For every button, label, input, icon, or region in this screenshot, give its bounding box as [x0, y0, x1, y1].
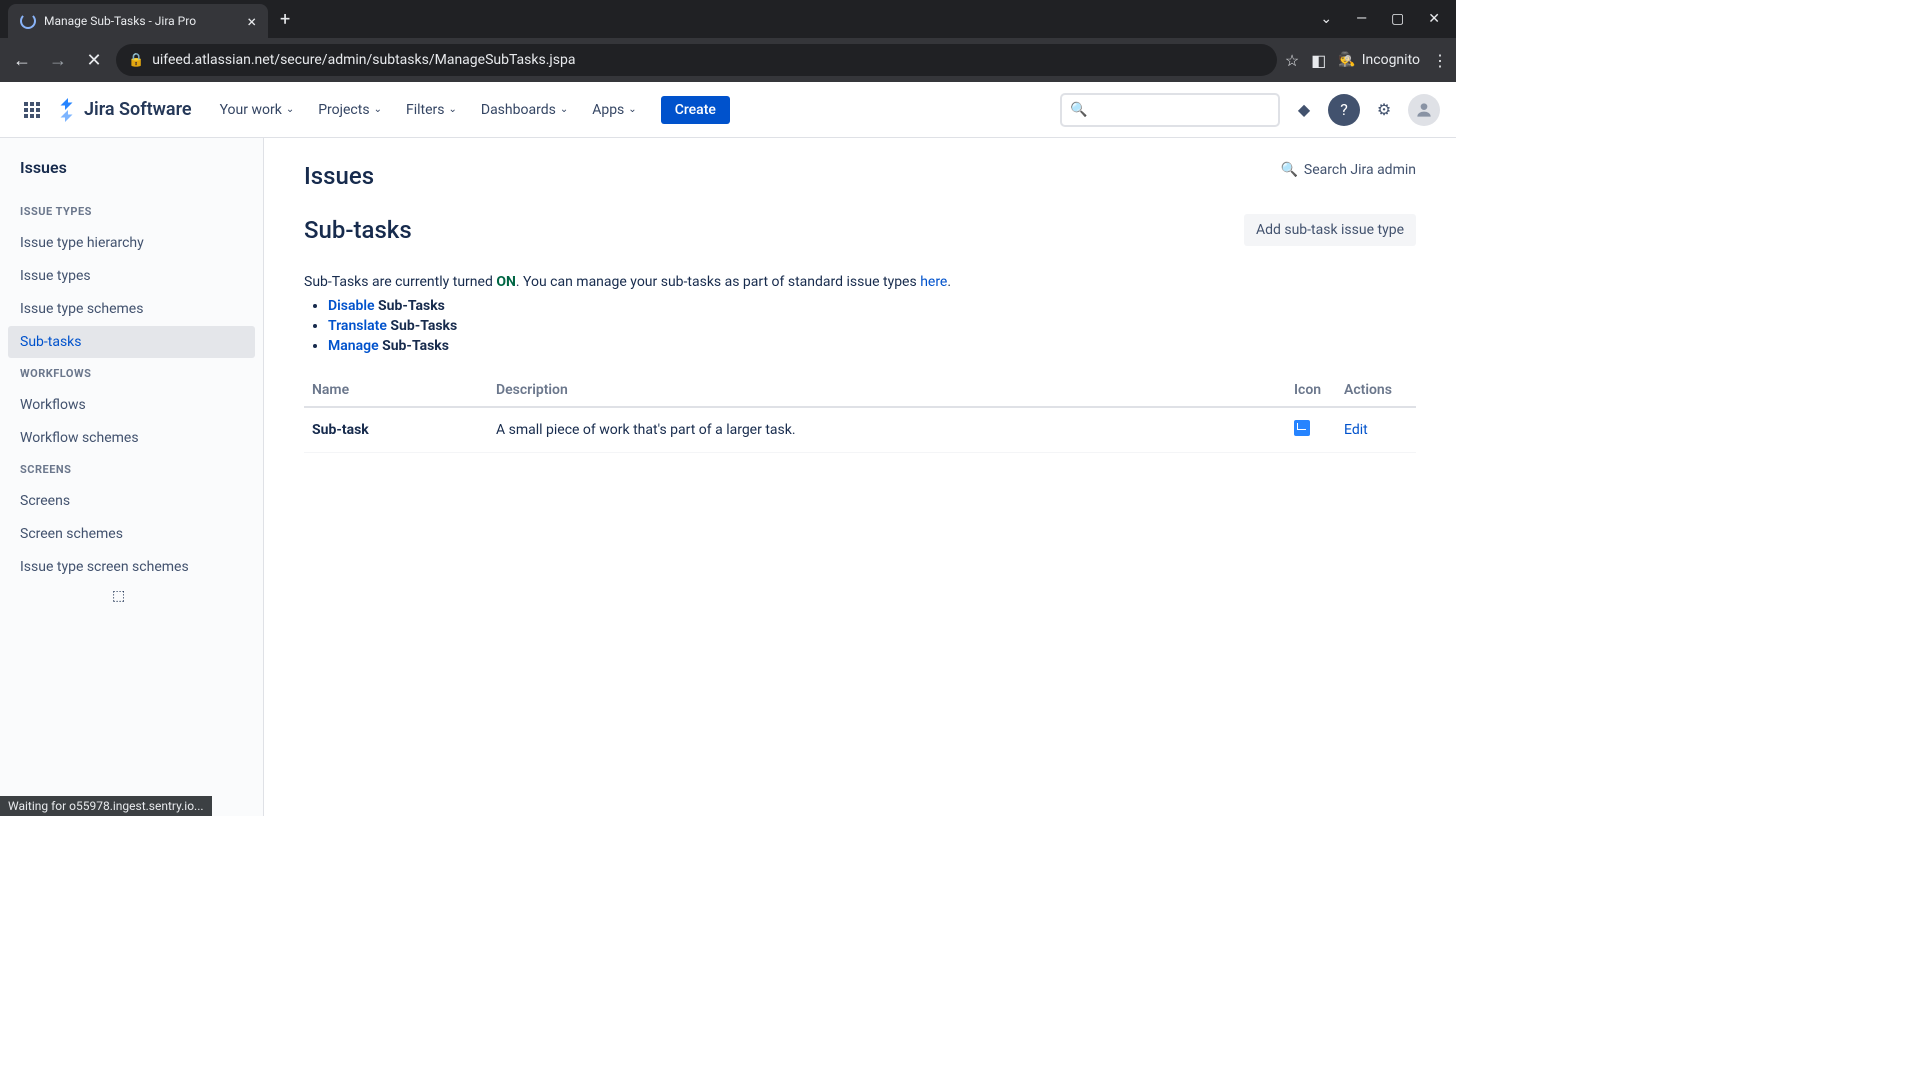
status-text: Sub-Tasks are currently turned ON. You c…: [304, 274, 1416, 290]
jira-logo-icon: [56, 98, 80, 122]
create-button[interactable]: Create: [661, 96, 730, 124]
subtask-table: NameDescriptionIconActions Sub-taskA sma…: [304, 374, 1416, 453]
caret-down-icon[interactable]: ⌄: [1320, 11, 1332, 27]
table-header: Actions: [1336, 374, 1416, 407]
browser-tab-strip: Manage Sub-Tasks - Jira Pro × + ⌄ — ▢ ✕: [0, 0, 1456, 38]
action-link[interactable]: Manage: [328, 338, 379, 354]
close-tab-icon[interactable]: ×: [247, 12, 256, 31]
status-on: ON: [496, 274, 516, 290]
nav-item-filters[interactable]: Filters ⌄: [398, 96, 465, 124]
nav-item-your-work[interactable]: Your work ⌄: [212, 96, 303, 124]
incognito-indicator[interactable]: 🕵️ Incognito: [1338, 52, 1420, 68]
jira-logo-text: Jira Software: [84, 99, 192, 120]
search-admin-link[interactable]: 🔍 Search Jira admin: [1280, 162, 1416, 178]
sidebar-item-workflows[interactable]: Workflows: [8, 389, 255, 421]
chevron-down-icon: ⌄: [374, 104, 382, 115]
incognito-icon: 🕵️: [1338, 52, 1355, 68]
page-title: Issues: [304, 162, 374, 190]
sidebar-item-issue-type-schemes[interactable]: Issue type schemes: [8, 293, 255, 325]
table-header: Icon: [1286, 374, 1336, 407]
sidebar-item-issue-types[interactable]: Issue types: [8, 260, 255, 292]
row-name: Sub-task: [304, 407, 488, 453]
row-icon: [1286, 407, 1336, 453]
chevron-down-icon: ⌄: [448, 104, 456, 115]
main-content: Issues 🔍 Search Jira admin Sub-tasks Add…: [264, 138, 1456, 816]
browser-status-bar: Waiting for o55978.ingest.sentry.io...: [0, 796, 212, 816]
address-bar[interactable]: 🔒 uifeed.atlassian.net/secure/admin/subt…: [116, 44, 1277, 76]
admin-sidebar: Issues ISSUE TYPESIssue type hierarchyIs…: [0, 138, 264, 816]
sidebar-title: Issues: [8, 158, 255, 197]
sidebar-section-header: SCREENS: [8, 455, 255, 484]
lock-icon: 🔒: [128, 53, 144, 68]
table-header: Name: [304, 374, 488, 407]
tab-title: Manage Sub-Tasks - Jira Pro: [44, 14, 239, 28]
action-item: Disable Sub-Tasks: [328, 298, 1416, 314]
mouse-cursor: ⬚: [112, 588, 125, 604]
row-description: A small piece of work that's part of a l…: [488, 407, 1286, 453]
jira-header: Jira Software Your work ⌄Projects ⌄ Filte…: [0, 82, 1456, 138]
avatar[interactable]: [1408, 94, 1440, 126]
help-icon[interactable]: ?: [1328, 94, 1360, 126]
url-text: uifeed.atlassian.net/secure/admin/subtas…: [152, 52, 575, 68]
chevron-down-icon: ⌄: [286, 104, 294, 115]
extensions-icon[interactable]: ◧: [1311, 51, 1326, 70]
loading-spinner-icon: [20, 13, 36, 29]
action-link[interactable]: Translate: [328, 318, 387, 334]
app-switcher-icon[interactable]: [16, 94, 48, 126]
nav-item-projects[interactable]: Projects ⌄: [310, 96, 390, 124]
table-header: Description: [488, 374, 1286, 407]
nav-item-apps[interactable]: Apps ⌄: [584, 96, 644, 124]
window-controls: ⌄ — ▢ ✕: [1320, 11, 1456, 27]
action-link[interactable]: Disable: [328, 298, 375, 314]
sidebar-item-issue-type-screen-schemes[interactable]: Issue type screen schemes: [8, 551, 255, 583]
menu-icon[interactable]: ⋮: [1432, 51, 1448, 70]
action-item: Translate Sub-Tasks: [328, 318, 1416, 334]
jira-logo[interactable]: Jira Software: [56, 98, 192, 122]
edit-link[interactable]: Edit: [1344, 422, 1368, 438]
browser-toolbar: ← → ✕ 🔒 uifeed.atlassian.net/secure/admi…: [0, 38, 1456, 82]
star-icon[interactable]: ☆: [1285, 51, 1299, 70]
back-button[interactable]: ←: [8, 46, 36, 74]
stop-button[interactable]: ✕: [80, 46, 108, 74]
minimize-icon[interactable]: —: [1356, 11, 1367, 27]
browser-tab[interactable]: Manage Sub-Tasks - Jira Pro ×: [8, 4, 268, 38]
chevron-down-icon: ⌄: [560, 104, 568, 115]
here-link[interactable]: here: [920, 274, 947, 290]
forward-button[interactable]: →: [44, 46, 72, 74]
chevron-down-icon: ⌄: [628, 104, 636, 115]
table-row: Sub-taskA small piece of work that's par…: [304, 407, 1416, 453]
search-icon: 🔍: [1070, 102, 1087, 118]
subtask-icon: [1294, 420, 1310, 436]
sidebar-section-header: WORKFLOWS: [8, 359, 255, 388]
close-window-icon[interactable]: ✕: [1428, 11, 1440, 27]
sidebar-item-sub-tasks[interactable]: Sub-tasks: [8, 326, 255, 358]
maximize-icon[interactable]: ▢: [1391, 11, 1404, 27]
nav-item-dashboards[interactable]: Dashboards ⌄: [473, 96, 576, 124]
search-icon: 🔍: [1280, 162, 1297, 178]
new-tab-button[interactable]: +: [280, 9, 290, 30]
sidebar-item-issue-type-hierarchy[interactable]: Issue type hierarchy: [8, 227, 255, 259]
settings-icon[interactable]: ⚙: [1368, 94, 1400, 126]
sidebar-section-header: ISSUE TYPES: [8, 197, 255, 226]
action-item: Manage Sub-Tasks: [328, 338, 1416, 354]
section-title: Sub-tasks: [304, 216, 412, 244]
sidebar-item-workflow-schemes[interactable]: Workflow schemes: [8, 422, 255, 454]
sidebar-item-screen-schemes[interactable]: Screen schemes: [8, 518, 255, 550]
sidebar-item-screens[interactable]: Screens: [8, 485, 255, 517]
global-search-input[interactable]: 🔍: [1060, 93, 1280, 127]
notifications-icon[interactable]: ◆: [1288, 94, 1320, 126]
action-list: Disable Sub-Tasks Translate Sub-Tasks Mana…: [328, 298, 1416, 354]
add-subtask-type-button[interactable]: Add sub-task issue type: [1244, 214, 1416, 246]
